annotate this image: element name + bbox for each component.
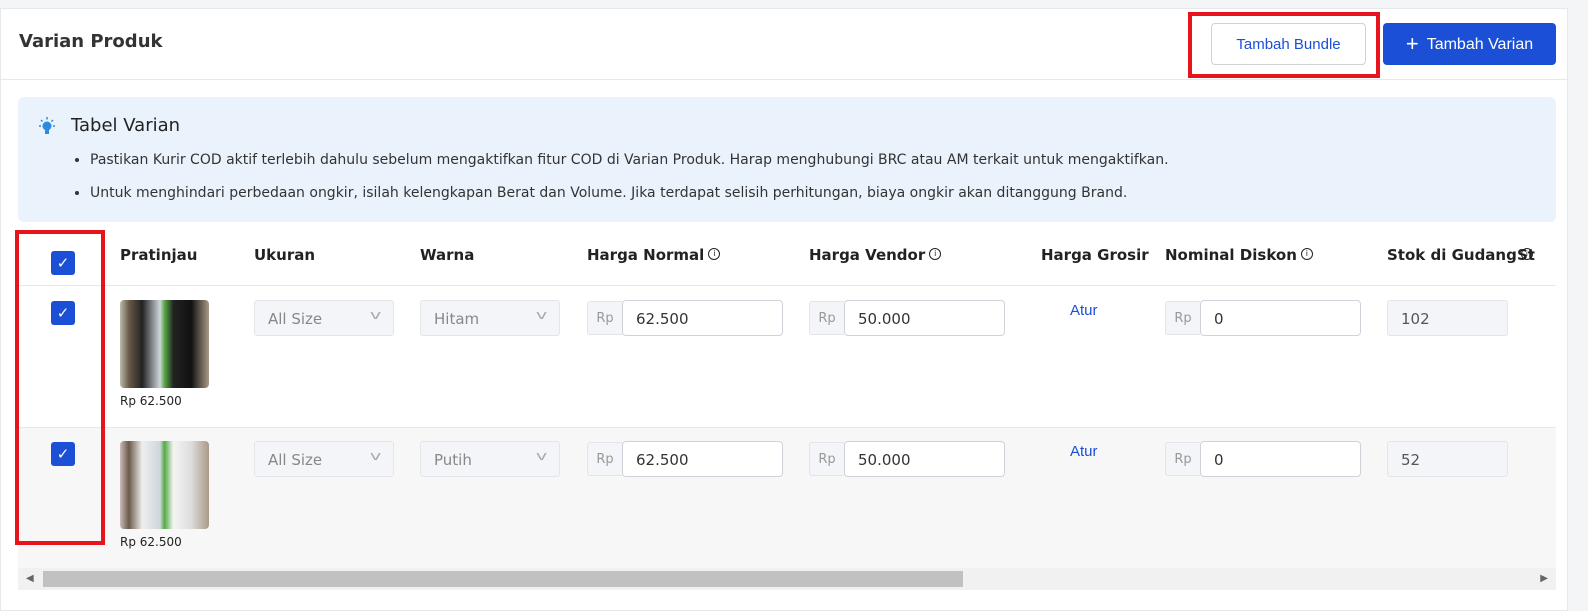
color-value: Hitam	[434, 310, 480, 328]
size-value: All Size	[268, 451, 323, 469]
currency-prefix: Rp	[1165, 442, 1200, 476]
col-nominal-diskon: Nominal Diskon i	[1165, 246, 1313, 264]
col-warna: Warna	[420, 246, 475, 264]
info-icon[interactable]: i	[708, 248, 721, 260]
normal-price-input[interactable]: 62.500	[622, 441, 783, 477]
chevron-down-icon: v	[369, 308, 382, 322]
info-note: Untuk menghindari perbedaan ongkir, isil…	[90, 184, 1169, 202]
info-title: Tabel Varian	[71, 115, 181, 136]
discount-input[interactable]: 0	[1200, 300, 1361, 336]
info-notes: Pastikan Kurir COD aktif terlebih dahulu…	[90, 151, 1169, 217]
normal-price-field: Rp 62.500	[587, 441, 783, 477]
stock-field: 52	[1387, 441, 1508, 477]
col-label: Stok di Gudang	[1387, 246, 1517, 264]
color-select[interactable]: Putih v	[420, 441, 560, 477]
col-stok-gudang: Stok di Gudang i	[1387, 246, 1533, 264]
col-harga-grosir: Harga Grosir	[1041, 246, 1149, 264]
add-variant-button[interactable]: + Tambah Varian	[1383, 23, 1556, 65]
chevron-down-icon: v	[535, 449, 548, 463]
horizontal-scrollbar[interactable]: ◀ ▶	[18, 568, 1556, 590]
scrollbar-thumb[interactable]	[43, 571, 963, 587]
color-value: Putih	[434, 451, 472, 469]
col-label: Harga Vendor	[809, 246, 926, 264]
scroll-right-icon[interactable]: ▶	[1540, 573, 1548, 584]
page-title: Varian Produk	[19, 31, 163, 52]
currency-prefix: Rp	[809, 301, 844, 335]
discount-field: Rp 0	[1165, 300, 1361, 336]
discount-field: Rp 0	[1165, 441, 1361, 477]
normal-price-field: Rp 62.500	[587, 300, 783, 336]
currency-prefix: Rp	[809, 442, 844, 476]
divider	[18, 285, 1556, 286]
plus-icon: +	[1405, 31, 1419, 56]
vendor-price-field: Rp 50.000	[809, 300, 1005, 336]
color-select[interactable]: Hitam v	[420, 300, 560, 336]
vendor-price-input[interactable]: 50.000	[844, 441, 1005, 477]
vendor-price-field: Rp 50.000	[809, 441, 1005, 477]
product-thumbnail[interactable]	[120, 300, 209, 388]
col-label: Harga Normal	[587, 246, 705, 264]
size-select[interactable]: All Size v	[254, 441, 394, 477]
currency-prefix: Rp	[587, 301, 622, 335]
wholesale-link[interactable]: Atur	[1070, 443, 1098, 460]
add-variant-label: Tambah Varian	[1426, 36, 1534, 53]
col-pratinjau: Pratinjau	[120, 246, 198, 264]
info-note: Pastikan Kurir COD aktif terlebih dahulu…	[90, 151, 1169, 169]
info-icon[interactable]: i	[1300, 248, 1313, 260]
stock-field: 102	[1387, 300, 1508, 336]
normal-price-input[interactable]: 62.500	[622, 300, 783, 336]
currency-prefix: Rp	[1165, 301, 1200, 335]
col-harga-vendor: Harga Vendor i	[809, 246, 942, 264]
col-label: Nominal Diskon	[1165, 246, 1297, 264]
wholesale-link[interactable]: Atur	[1070, 302, 1098, 319]
size-select[interactable]: All Size v	[254, 300, 394, 336]
col-truncated: St	[1517, 246, 1535, 264]
chevron-down-icon: v	[535, 308, 548, 322]
chevron-down-icon: v	[369, 449, 382, 463]
col-ukuran: Ukuran	[254, 246, 316, 264]
currency-prefix: Rp	[587, 442, 622, 476]
preview-price: Rp 62.500	[120, 535, 182, 549]
info-box: Tabel Varian Pastikan Kurir COD aktif te…	[18, 97, 1556, 222]
vendor-price-input[interactable]: 50.000	[844, 300, 1005, 336]
col-harga-normal: Harga Normal i	[587, 246, 721, 264]
discount-input[interactable]: 0	[1200, 441, 1361, 477]
preview-price: Rp 62.500	[120, 394, 182, 408]
product-thumbnail[interactable]	[120, 441, 209, 529]
highlight-box-bundle	[1188, 12, 1380, 78]
size-value: All Size	[268, 310, 323, 328]
scroll-left-icon[interactable]: ◀	[26, 573, 34, 584]
lightbulb-icon	[39, 117, 55, 134]
highlight-box-checkboxes	[15, 230, 105, 545]
info-icon[interactable]: i	[929, 248, 942, 260]
divider	[18, 427, 1556, 428]
